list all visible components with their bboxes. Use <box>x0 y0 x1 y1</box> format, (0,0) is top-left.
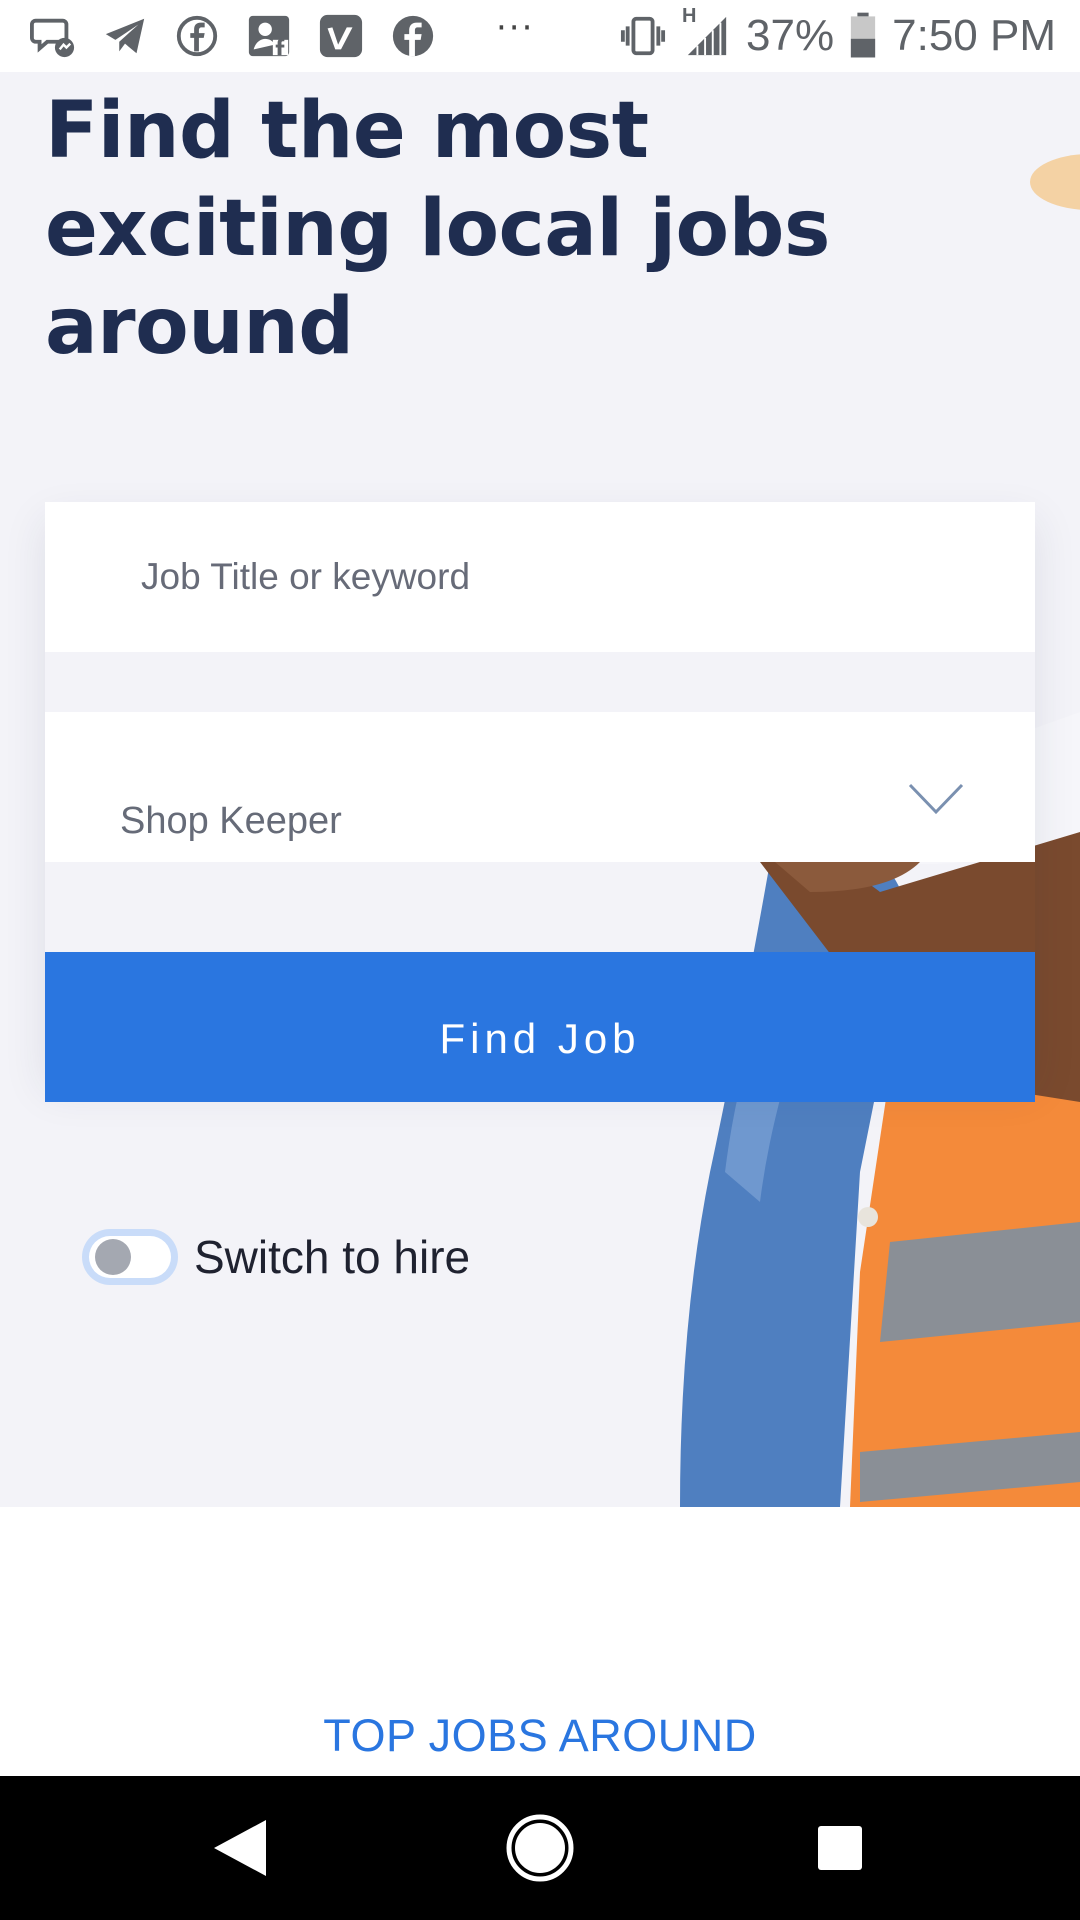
keyword-input[interactable] <box>45 502 1035 652</box>
system-status: H 37% 7:50 PM <box>618 5 1056 62</box>
back-button[interactable] <box>165 1776 315 1920</box>
switch-to-hire-toggle[interactable] <box>82 1229 178 1285</box>
job-category-select[interactable]: Shop Keeper <box>45 712 1035 862</box>
vibrate-icon <box>618 11 668 61</box>
battery-icon <box>848 11 878 61</box>
clock: 7:50 PM <box>892 11 1056 60</box>
hire-toggle-row: Switch to hire <box>82 1222 470 1292</box>
hero-title: Find the most exciting local jobs around <box>45 86 830 372</box>
chevron-down-icon <box>908 783 964 815</box>
vimeo-icon <box>316 11 366 61</box>
home-button[interactable] <box>465 1776 615 1920</box>
telegram-icon <box>100 11 150 61</box>
top-jobs-heading: TOP JOBS AROUND <box>323 1710 757 1761</box>
back-icon <box>214 1820 266 1876</box>
battery-percentage: 37% <box>746 11 835 60</box>
messenger-icon <box>28 11 78 61</box>
status-bar: ··· H 37% 7:50 PM <box>0 0 1080 72</box>
notification-icons: ··· <box>28 8 535 62</box>
navigation-bar <box>0 1776 1080 1920</box>
selected-category: Shop Keeper <box>120 800 342 842</box>
toggle-knob <box>95 1239 131 1275</box>
job-search-form: Shop Keeper Find Job <box>45 502 1035 1102</box>
hero-section: Find the most exciting local jobs around… <box>0 72 1080 1507</box>
recents-button[interactable] <box>765 1776 915 1920</box>
facebook-icon <box>172 11 222 61</box>
facebook-photo-icon <box>244 11 294 61</box>
home-icon <box>506 1814 574 1882</box>
find-job-button[interactable]: Find Job <box>45 952 1035 1102</box>
signal-icon: H <box>682 5 732 61</box>
more-notifications-indicator: ··· <box>496 8 535 48</box>
recents-icon <box>818 1826 862 1870</box>
network-type-label: H <box>682 5 697 27</box>
switch-to-hire-label: Switch to hire <box>194 1231 471 1283</box>
facebook-icon <box>388 11 438 61</box>
